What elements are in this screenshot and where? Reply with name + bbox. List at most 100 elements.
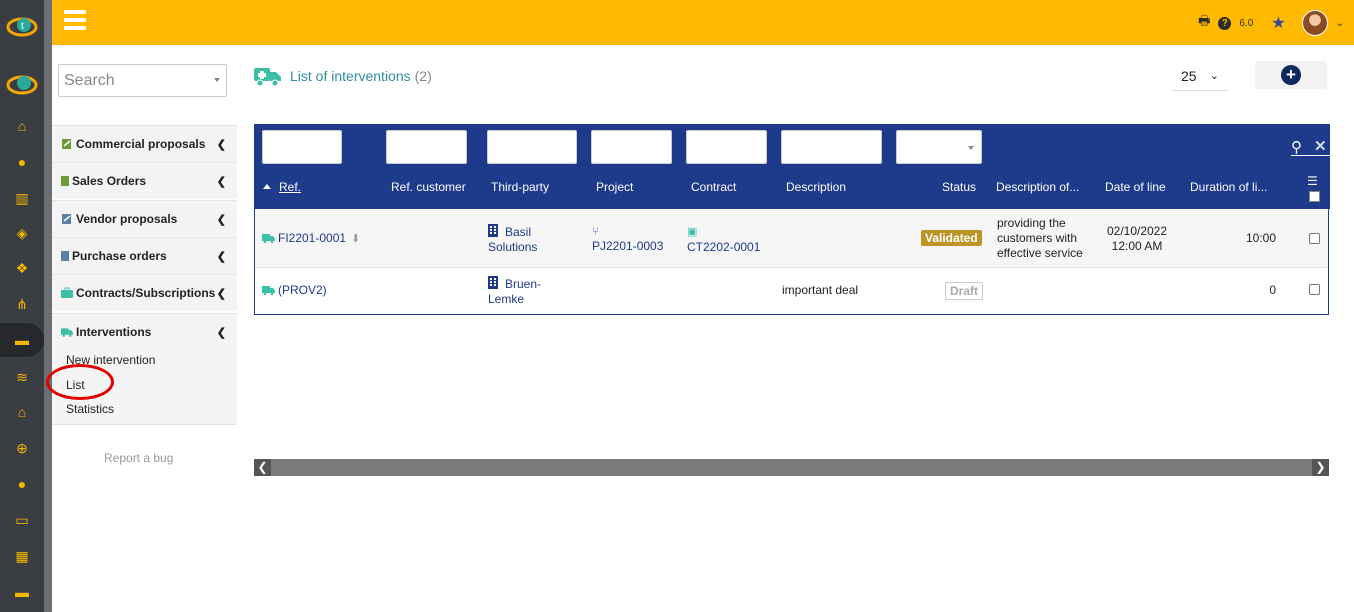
- header-ref-customer[interactable]: Ref. customer: [391, 180, 466, 194]
- ref-text: FI2201-0001: [278, 231, 347, 245]
- bookmark-star-icon[interactable]: ★: [1271, 13, 1285, 33]
- add-intervention-button[interactable]: +: [1255, 61, 1327, 89]
- menu-section-purchase-orders[interactable]: Purchase orders ❮: [52, 237, 237, 274]
- submenu-statistics[interactable]: Statistics: [66, 402, 114, 416]
- header-contract[interactable]: Contract: [691, 180, 736, 194]
- menu-section-commercial-proposals[interactable]: Commercial proposals ❮: [52, 125, 237, 162]
- contract-icon: ▣: [687, 226, 698, 238]
- main-content: List of interventions (2) 25 ⌄ + ⚲ ✕ Ref…: [254, 45, 1330, 612]
- date-of-line-cell: 02/10/2022 12:00 AM: [1106, 224, 1168, 254]
- ticket-icon[interactable]: ▬: [0, 575, 44, 609]
- menu-section-label: Contracts/Subscriptions: [76, 286, 216, 300]
- user-icon[interactable]: ●: [0, 145, 44, 179]
- horizontal-scrollbar[interactable]: ❮ ❯: [254, 459, 1329, 476]
- dropdown-arrow-icon: [214, 78, 220, 82]
- project-link[interactable]: ⑂ PJ2201-0003: [592, 224, 663, 254]
- print-icon[interactable]: 🖶: [1198, 12, 1210, 34]
- scroll-right-icon[interactable]: ❯: [1312, 459, 1329, 476]
- briefcase-icon[interactable]: ▬: [0, 323, 44, 357]
- filter-status-select[interactable]: [896, 130, 982, 164]
- header-status[interactable]: Status: [942, 180, 976, 194]
- home-icon[interactable]: ⌂: [0, 109, 44, 143]
- calendar-icon[interactable]: ▦: [0, 539, 44, 573]
- left-menu: Search Commercial proposals ❮ Sales Orde…: [52, 45, 237, 612]
- menu-section-interventions[interactable]: Interventions ❮: [52, 313, 237, 350]
- column-selector-icon[interactable]: ☰: [1307, 174, 1318, 188]
- row-checkbox[interactable]: [1309, 233, 1320, 244]
- scroll-left-icon[interactable]: ❮: [254, 459, 271, 476]
- app-window: t ⌂ ● ▥ ◈ ❖ ⋔ ▬ ≋ ⌂ ⊕ ● ▭ ▦ ▬ 🖶 ? 6.0 ★ …: [0, 0, 1354, 612]
- proposal-icon: [62, 139, 71, 149]
- row-checkbox[interactable]: [1309, 284, 1320, 295]
- header-date-of-line[interactable]: Date of line: [1105, 180, 1166, 194]
- help-icon[interactable]: ?: [1218, 16, 1232, 30]
- header-description-of-line[interactable]: Description of...: [996, 180, 1079, 194]
- submenu-new-intervention[interactable]: New intervention: [66, 353, 155, 367]
- header-project[interactable]: Project: [596, 180, 633, 194]
- page-title: List of interventions: [290, 68, 411, 84]
- project-icon[interactable]: ⋔: [0, 287, 44, 321]
- contract-text: CT2202-0001: [687, 240, 761, 254]
- filter-description-input[interactable]: [781, 130, 882, 164]
- filter-contract-input[interactable]: [686, 130, 767, 164]
- duration-cell: 10:00: [1245, 231, 1276, 245]
- search-icon[interactable]: ⚲: [1291, 138, 1302, 156]
- header-third-party[interactable]: Third-party: [491, 180, 549, 194]
- ref-link[interactable]: FI2201-0001 ⬇: [262, 231, 360, 245]
- building-icon[interactable]: ▥: [0, 181, 44, 215]
- menu-section-contracts[interactable]: Contracts/Subscriptions ❮: [52, 274, 237, 311]
- box-icon[interactable]: ◈: [0, 216, 44, 250]
- sort-up-icon[interactable]: [263, 184, 271, 189]
- search-dollar-icon[interactable]: ⊕: [0, 431, 44, 465]
- third-party-link[interactable]: Basil Solutions: [488, 224, 537, 255]
- cubes-icon[interactable]: ❖: [0, 251, 44, 285]
- select-all-checkbox[interactable]: [1309, 191, 1320, 202]
- folder-icon[interactable]: ▭: [0, 503, 44, 537]
- menu-section-sales-orders[interactable]: Sales Orders ❮: [52, 162, 237, 199]
- ambulance-icon: [254, 68, 281, 87]
- third-party-line2: Solutions: [488, 240, 538, 254]
- header-description[interactable]: Description: [786, 180, 846, 194]
- ref-link[interactable]: (PROV2): [262, 283, 327, 297]
- download-icon[interactable]: ⬇: [351, 232, 360, 245]
- ref-text: (PROV2): [278, 283, 327, 297]
- record-count: (2): [414, 68, 432, 84]
- hamburger-menu-icon[interactable]: [64, 10, 86, 30]
- table-row[interactable]: (PROV2) Bruen- Lemke important deal Draf…: [255, 268, 1328, 314]
- building-icon: [488, 224, 498, 237]
- version-label: 6.0: [1239, 17, 1254, 29]
- app-logo-small[interactable]: [4, 70, 40, 96]
- header-ref[interactable]: Ref.: [279, 180, 301, 194]
- third-party-link[interactable]: Bruen- Lemke: [488, 276, 541, 307]
- user-menu-chevron-icon[interactable]: ⌄: [1336, 18, 1344, 29]
- icon-rail: t ⌂ ● ▥ ◈ ❖ ⋔ ▬ ≋ ⌂ ⊕ ● ▭ ▦ ▬: [0, 0, 44, 612]
- vendor-proposal-icon: [62, 214, 71, 224]
- table-row[interactable]: FI2201-0001 ⬇ Basil Solutions ⑂ PJ2201-00…: [255, 209, 1328, 268]
- chevron-down-icon: ⌄: [1209, 70, 1219, 82]
- user-tie-icon[interactable]: ●: [0, 467, 44, 501]
- report-bug-link[interactable]: Report a bug: [104, 451, 173, 465]
- page-size-select[interactable]: 25 ⌄: [1172, 61, 1228, 91]
- user-avatar[interactable]: [1301, 10, 1328, 36]
- header-duration-of-line[interactable]: Duration of li...: [1190, 180, 1267, 194]
- submenu-list[interactable]: List: [66, 378, 85, 392]
- clear-filter-icon[interactable]: ✕: [1314, 137, 1327, 155]
- ambulance-icon: [262, 286, 275, 295]
- filter-third-party-input[interactable]: [487, 130, 577, 164]
- filter-project-input[interactable]: [591, 130, 672, 164]
- menu-search-select[interactable]: Search: [58, 64, 227, 97]
- chevron-left-icon: ❮: [216, 139, 226, 151]
- order-icon: [61, 176, 69, 186]
- chevron-left-icon: ❮: [216, 327, 226, 339]
- chevron-left-icon: ❮: [216, 176, 226, 188]
- filter-ref-customer-input[interactable]: [386, 130, 467, 164]
- third-party-line1: Bruen-: [505, 277, 542, 291]
- bank-icon[interactable]: ⌂: [0, 395, 44, 429]
- status-badge: Draft: [945, 282, 984, 300]
- contract-link[interactable]: ▣ CT2202-0001: [687, 224, 760, 255]
- filter-ref-input[interactable]: [262, 130, 342, 164]
- description-of-line-cell: providing the customers with effective s…: [997, 216, 1083, 261]
- menu-section-vendor-proposals[interactable]: Vendor proposals ❮: [52, 200, 237, 237]
- coins-icon[interactable]: ≋: [0, 360, 44, 394]
- app-logo[interactable]: t: [4, 12, 40, 38]
